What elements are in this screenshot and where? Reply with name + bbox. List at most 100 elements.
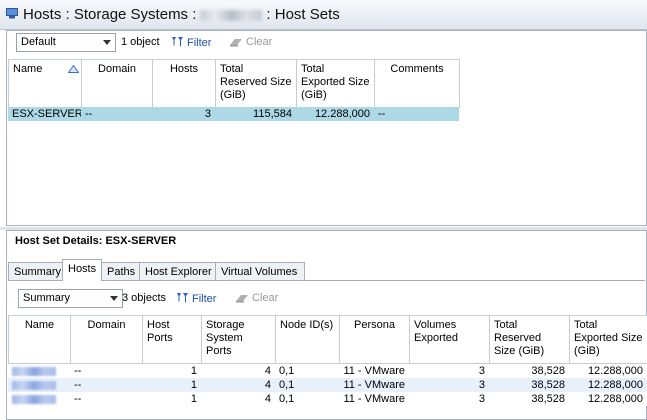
details-clear-button[interactable]: Clear xyxy=(235,292,278,304)
col-total-exported-label: Total Exported Size (GiB) xyxy=(301,63,370,101)
clear-button[interactable]: Clear xyxy=(229,36,272,48)
window-titlebar: Hosts : Storage Systems :: Host Sets xyxy=(0,0,647,30)
cell-node-ids: 0,1 xyxy=(279,365,295,377)
chevron-down-icon xyxy=(103,40,111,45)
col-node-ids-label: Node ID(s) xyxy=(280,319,334,331)
cell-volumes: 3 xyxy=(478,393,485,405)
details-tabs: Summary Hosts Paths Host Explorer Virtua… xyxy=(8,259,308,281)
col-total-exported[interactable]: Total Exported Size (GiB) xyxy=(297,60,375,108)
cell-exported: 12.288,000 xyxy=(587,379,643,391)
col-domain[interactable]: Domain xyxy=(82,60,153,108)
col-total-reserved[interactable]: Total Reserved Size (GiB) xyxy=(216,60,297,108)
col-storage-system-ports[interactable]: Storage System Ports xyxy=(202,316,276,364)
title-prefix: Hosts : Storage Systems : xyxy=(23,6,197,23)
tab-virtual-volumes-label: Virtual Volumes xyxy=(221,266,298,278)
cell-system-ports: 4 xyxy=(264,379,271,391)
cell-node-ids: 0,1 xyxy=(279,393,295,405)
col-host-domain[interactable]: Domain xyxy=(71,316,143,364)
cell-host-ports: 1 xyxy=(190,393,197,405)
object-count: 1 object xyxy=(121,36,160,48)
cell-persona: 11 - VMware xyxy=(343,393,405,405)
cell-system-ports: 4 xyxy=(264,365,271,377)
filter-icon xyxy=(177,293,188,303)
details-view-select[interactable]: Summary xyxy=(18,289,123,308)
chevron-down-icon xyxy=(110,296,118,301)
col-node-ids[interactable]: Node ID(s) xyxy=(276,316,340,364)
col-persona[interactable]: Persona xyxy=(340,316,410,364)
table-row[interactable]: -- 1 4 0,1 11 - VMware 3 38,528 12.288,0… xyxy=(8,378,647,392)
cell-persona: 11 - VMware xyxy=(343,365,405,377)
cell-domain: -- xyxy=(85,108,93,120)
details-title: Host Set Details: ESX-SERVER xyxy=(15,235,177,247)
cell-reserved: 38,528 xyxy=(531,365,565,377)
col-hosts[interactable]: Hosts xyxy=(153,60,216,108)
col-host-ports-label: Host Ports xyxy=(147,319,173,344)
host-sets-table: Name Domain Hosts Total Reserved Size (G… xyxy=(8,59,460,123)
details-view-select-value: Summary xyxy=(23,292,71,304)
view-select[interactable]: Default xyxy=(16,33,116,52)
table-row[interactable]: -- 1 4 0,1 11 - VMware 3 38,528 12.288,0… xyxy=(8,364,647,378)
cell-persona: 11 - VMware xyxy=(343,379,405,391)
cell-volumes: 3 xyxy=(478,365,485,377)
sort-ascending-icon xyxy=(68,65,79,73)
tab-summary[interactable]: Summary xyxy=(8,262,63,280)
col-host-name[interactable]: Name xyxy=(9,316,71,364)
cell-exported: 12.288,000 xyxy=(314,108,370,120)
table-row[interactable]: -- 1 4 0,1 11 - VMware 3 38,528 12.288,0… xyxy=(8,392,647,406)
col-host-ports[interactable]: Host Ports xyxy=(143,316,202,364)
tab-paths[interactable]: Paths xyxy=(101,262,140,280)
filter-icon xyxy=(172,37,183,47)
col-hosts-label: Hosts xyxy=(169,63,199,75)
col-volumes-exported[interactable]: Volumes Exported xyxy=(410,316,490,364)
tab-paths-label: Paths xyxy=(107,266,136,278)
window-title: Hosts : Storage Systems :: Host Sets xyxy=(23,6,340,23)
col-name-label: Name xyxy=(13,63,43,75)
cell-system-ports: 4 xyxy=(264,393,271,405)
cell-host-name xyxy=(8,392,70,406)
cell-reserved: 115,584 xyxy=(253,108,292,120)
tab-virtual-volumes[interactable]: Virtual Volumes xyxy=(215,262,305,280)
table-row[interactable]: ESX-SERVER -- 3 115,584 12.288,000 -- xyxy=(8,107,459,121)
col-comments[interactable]: Comments xyxy=(375,60,460,108)
eraser-icon xyxy=(236,295,248,303)
host-sets-header: Name Domain Hosts Total Reserved Size (G… xyxy=(8,59,460,108)
col-host-total-reserved[interactable]: Total Reserved Size (GiB) xyxy=(490,316,570,364)
cell-host-name xyxy=(8,364,70,378)
cell-host-ports: 1 xyxy=(190,365,197,377)
filter-button[interactable]: Filter xyxy=(171,36,211,49)
tab-host-explorer-label: Host Explorer xyxy=(145,266,212,278)
tab-hosts[interactable]: Hosts xyxy=(62,259,102,281)
col-name[interactable]: Name xyxy=(9,60,82,108)
redacted-host-name xyxy=(12,366,56,376)
col-host-total-exported-label: Total Exported Size (GiB) xyxy=(574,319,643,357)
cell-domain: -- xyxy=(74,393,82,405)
cell-comments: -- xyxy=(378,108,386,120)
bottom-toolbar: Summary 3 objects Filter Clear xyxy=(8,289,638,311)
tab-hosts-label: Hosts xyxy=(68,263,97,275)
storage-system-icon xyxy=(6,8,18,19)
filter-label: Filter xyxy=(187,37,212,49)
col-volumes-exported-label: Volumes Exported xyxy=(414,319,459,344)
cell-exported: 12.288,000 xyxy=(587,365,643,377)
details-clear-label: Clear xyxy=(252,292,279,304)
cell-volumes: 3 xyxy=(478,379,485,391)
col-persona-label: Persona xyxy=(354,319,395,331)
cell-hosts: 3 xyxy=(204,108,211,120)
col-host-total-exported[interactable]: Total Exported Size (GiB) xyxy=(570,316,647,364)
hosts-header: Name Domain Host Ports Storage System Po… xyxy=(8,315,647,364)
clear-label: Clear xyxy=(246,36,273,48)
col-domain-label: Domain xyxy=(98,63,136,75)
details-filter-label: Filter xyxy=(192,293,217,305)
cell-domain: -- xyxy=(74,379,82,391)
col-total-reserved-label: Total Reserved Size (GiB) xyxy=(220,63,292,101)
cell-exported: 12.288,000 xyxy=(587,393,643,405)
tab-host-explorer[interactable]: Host Explorer xyxy=(139,262,216,280)
cell-host-name xyxy=(8,378,70,392)
col-comments-label: Comments xyxy=(390,63,444,75)
eraser-icon xyxy=(230,39,242,47)
details-filter-button[interactable]: Filter xyxy=(176,292,216,305)
cell-host-ports: 1 xyxy=(190,379,197,391)
col-host-name-label: Name xyxy=(24,319,55,331)
cell-name: ESX-SERVER xyxy=(12,108,81,120)
cell-reserved: 38,528 xyxy=(531,379,565,391)
